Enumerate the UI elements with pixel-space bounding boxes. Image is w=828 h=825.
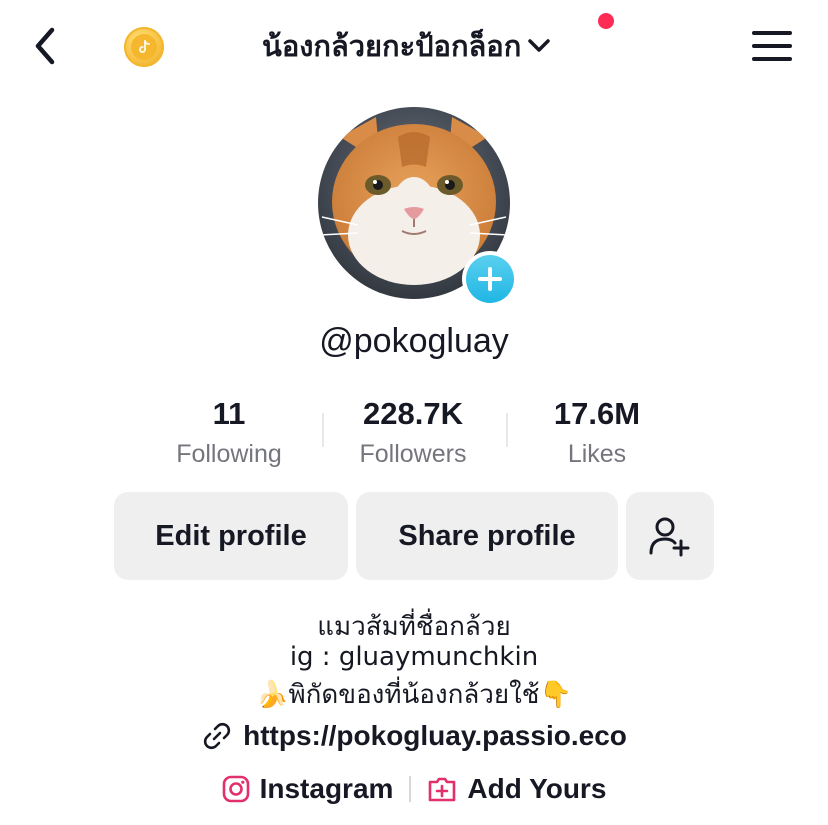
add-user-icon (649, 517, 690, 557)
hamburger-icon-bar (752, 44, 792, 48)
stat-likes[interactable]: 17.6M Likes (507, 393, 687, 471)
notification-dot (598, 13, 614, 29)
bio-link[interactable]: https://pokogluay.passio.eco (0, 720, 828, 752)
pointing-down-emoji: 👇 (539, 680, 572, 710)
stat-followers[interactable]: 228.7K Followers (323, 393, 503, 471)
stat-value: 17.6M (553, 396, 641, 431)
stat-following[interactable]: 11 Following (139, 393, 319, 471)
social-links: Instagram Add Yours (0, 768, 828, 810)
stat-value: 11 (212, 396, 246, 431)
link-url: https://pokogluay.passio.eco (243, 720, 627, 751)
bio-line-3-text: พิกัดของที่น้องกล้วยใช้ (288, 680, 540, 710)
banana-emoji: 🍌 (256, 680, 289, 710)
username: @pokogluay (319, 322, 509, 360)
stat-label: Followers (359, 440, 467, 468)
bio-line-2: ig : gluaymunchkin (289, 642, 539, 672)
stat-label: Following (176, 440, 282, 468)
social-divider (409, 776, 412, 802)
hamburger-icon-bar (752, 57, 792, 61)
bio-line-3: 🍌พิกัดของที่น้องกล้วยใช้👇 (0, 674, 828, 715)
add-yours-link[interactable]: Add Yours (427, 773, 606, 805)
chevron-left-icon (35, 27, 55, 65)
edit-profile-button[interactable]: Edit profile (114, 492, 348, 580)
add-friends-button[interactable] (626, 492, 714, 580)
chevron-down-icon (528, 39, 551, 52)
bio-line-1: แมวส้มที่ชื่อกล้วย (317, 612, 511, 642)
instagram-link[interactable]: Instagram (222, 773, 394, 805)
instagram-label: Instagram (259, 773, 394, 804)
plus-icon (478, 267, 502, 291)
instagram-icon (222, 775, 249, 803)
back-button[interactable] (28, 26, 62, 66)
account-switcher[interactable]: น้องกล้วยกะป้อกล็อก (262, 24, 551, 68)
stat-value: 228.7K (363, 396, 463, 431)
page-title: น้องกล้วยกะป้อกล็อก (262, 29, 522, 63)
profile-header: น้องกล้วยกะป้อกล็อก (0, 0, 828, 95)
tiktok-coin-icon (131, 34, 157, 60)
menu-button[interactable] (752, 28, 792, 64)
add-yours-label: Add Yours (467, 773, 607, 804)
hamburger-icon-bar (752, 31, 792, 35)
add-story-button[interactable] (462, 251, 518, 307)
coin-button[interactable] (124, 27, 164, 67)
share-profile-button[interactable]: Share profile (356, 492, 618, 580)
link-icon (204, 722, 231, 750)
stat-label: Likes (567, 440, 627, 468)
add-yours-icon (429, 777, 456, 802)
